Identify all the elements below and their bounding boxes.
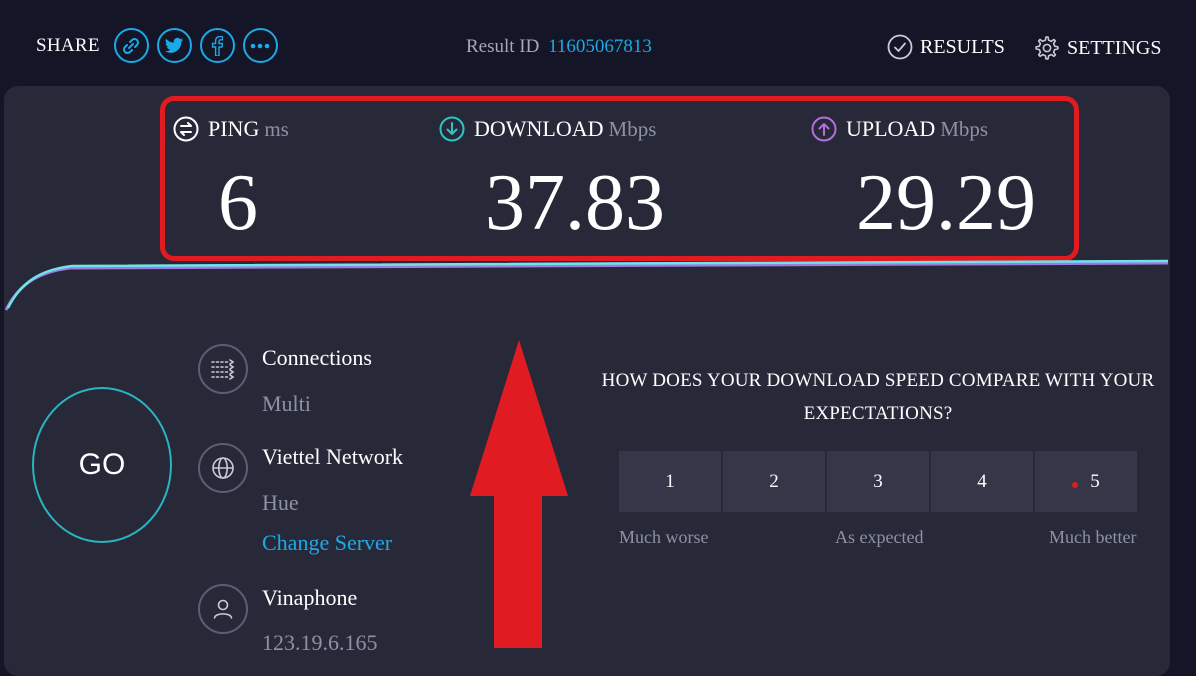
server-name: Viettel Network xyxy=(262,444,404,469)
rating-option-label: 4 xyxy=(977,470,987,492)
rating-option-1[interactable]: 1 xyxy=(619,451,721,512)
share-group: SHARE xyxy=(36,28,278,63)
results-label: RESULTS xyxy=(920,35,1005,58)
result-id-label: Result ID xyxy=(466,36,540,57)
rating-option-4[interactable]: 4 xyxy=(931,451,1033,512)
top-bar: SHARE Result ID 11605067813 RESULTS SETT… xyxy=(0,0,1196,90)
share-facebook-button[interactable] xyxy=(199,28,235,63)
facebook-icon xyxy=(212,35,224,56)
rating-scale: 1 2 3 4 5 xyxy=(619,451,1137,512)
isp-name: Vinaphone xyxy=(262,585,358,610)
share-link-button[interactable] xyxy=(113,28,149,63)
twitter-icon xyxy=(165,37,184,53)
connections-icon xyxy=(211,359,235,380)
share-label: SHARE xyxy=(36,34,100,56)
speed-graph-line xyxy=(4,259,1169,311)
connections-icon-wrap xyxy=(198,344,248,394)
rating-option-3[interactable]: 3 xyxy=(827,451,929,512)
result-id-value[interactable]: 11605067813 xyxy=(548,36,652,57)
rating-label-low: Much worse xyxy=(619,527,709,547)
results-link[interactable]: RESULTS xyxy=(887,34,1005,60)
globe-icon xyxy=(212,457,234,479)
check-circle-icon xyxy=(887,34,913,60)
link-icon xyxy=(123,37,140,54)
connections-value[interactable]: Multi xyxy=(262,391,311,417)
survey-question: HOW DOES YOUR DOWNLOAD SPEED COMPARE WIT… xyxy=(601,370,1155,424)
user-icon-wrap xyxy=(198,584,248,634)
globe-icon-wrap xyxy=(198,443,248,493)
go-button[interactable]: GO xyxy=(32,387,172,543)
change-server-link[interactable]: Change Server xyxy=(262,530,392,556)
more-icon xyxy=(250,43,270,48)
cursor-dot xyxy=(1072,481,1079,488)
user-icon xyxy=(213,599,233,619)
connections-title: Connections xyxy=(262,345,372,370)
gear-icon xyxy=(1035,36,1059,60)
rating-option-label: 5 xyxy=(1090,470,1100,492)
rating-label-high: Much better xyxy=(1049,527,1137,547)
rating-label-mid: As expected xyxy=(835,527,924,547)
rating-option-label: 3 xyxy=(873,470,883,492)
rating-option-2[interactable]: 2 xyxy=(723,451,825,512)
ip-address: 123.19.6.165 xyxy=(262,630,378,655)
settings-link[interactable]: SETTINGS xyxy=(1032,34,1161,62)
server-location: Hue xyxy=(262,490,299,515)
rating-option-label: 2 xyxy=(769,470,779,492)
rating-option-label: 1 xyxy=(665,470,675,492)
settings-label: SETTINGS xyxy=(1067,36,1162,59)
share-more-button[interactable] xyxy=(242,28,278,63)
result-id: Result ID 11605067813 xyxy=(466,36,652,58)
share-twitter-button[interactable] xyxy=(156,28,192,63)
metrics-highlight-box xyxy=(160,96,1079,261)
rating-option-5[interactable]: 5 xyxy=(1035,451,1137,512)
red-arrow-annotation xyxy=(470,340,568,648)
